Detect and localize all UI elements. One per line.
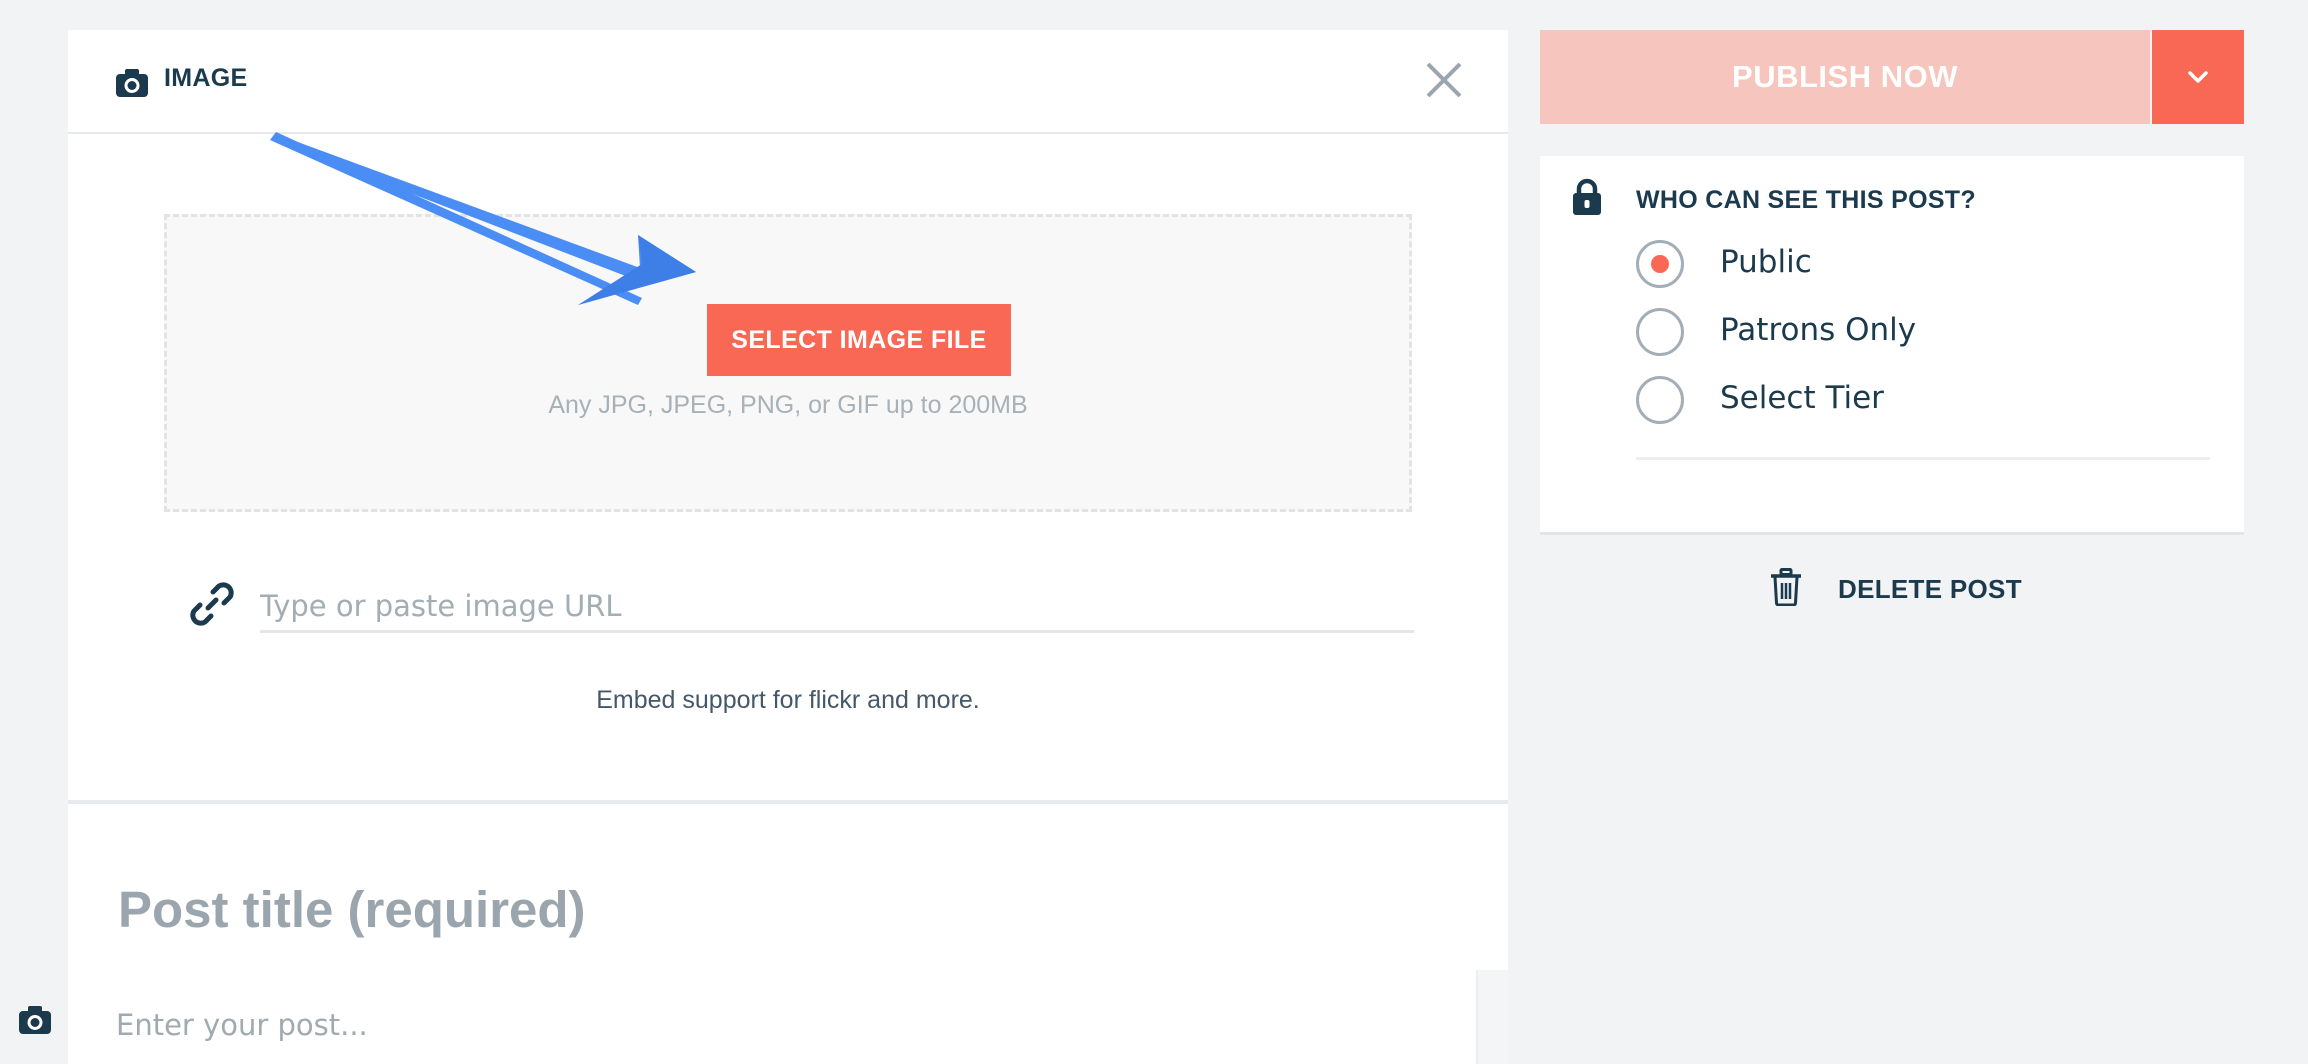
trash-icon (1771, 568, 1801, 606)
visibility-divider (1636, 457, 2210, 460)
radio-selected-dot (1651, 255, 1669, 273)
visibility-heading: WHO CAN SEE THIS POST? (1636, 186, 1976, 214)
publish-now-button[interactable]: PUBLISH NOW (1540, 30, 2150, 124)
close-icon[interactable] (1420, 56, 1468, 104)
select-image-file-button[interactable]: SELECT IMAGE FILE (707, 304, 1011, 376)
radio-label: Public (1720, 244, 1812, 280)
camera-icon (116, 69, 148, 97)
image-block-card: IMAGE SELECT IMAGE FILE Any JPG, JPEG, P… (68, 30, 1508, 800)
radio-button[interactable] (1636, 240, 1684, 288)
lock-icon (1573, 178, 1601, 215)
post-body-input[interactable] (116, 1000, 1416, 1050)
post-title-input[interactable] (118, 874, 1458, 944)
post-editor (68, 804, 1508, 1064)
embed-support-hint: Embed support for flickr and more. (596, 686, 980, 714)
camera-icon[interactable] (18, 1005, 52, 1035)
radio-label: Select Tier (1720, 380, 1884, 416)
chevron-down-icon (2188, 71, 2208, 83)
radio-label: Patrons Only (1720, 312, 1917, 348)
annotation-arrow (270, 132, 696, 305)
visibility-card: WHO CAN SEE THIS POST? Public Patrons On… (1540, 156, 2244, 535)
delete-post-label: DELETE POST (1838, 574, 2022, 604)
publish-options-button[interactable] (2152, 30, 2244, 124)
editor-scrollbar[interactable] (1476, 970, 1508, 1064)
visibility-option-public[interactable]: Public (1636, 240, 2196, 298)
image-url-input[interactable] (260, 582, 1414, 633)
link-icon (190, 582, 234, 626)
visibility-option-patrons-only[interactable]: Patrons Only (1636, 308, 2196, 366)
delete-post-button[interactable]: DELETE POST (1770, 568, 2030, 612)
visibility-option-select-tier[interactable]: Select Tier (1636, 376, 2196, 434)
image-block-title: IMAGE (164, 64, 248, 92)
radio-button[interactable] (1636, 376, 1684, 424)
radio-button[interactable] (1636, 308, 1684, 356)
